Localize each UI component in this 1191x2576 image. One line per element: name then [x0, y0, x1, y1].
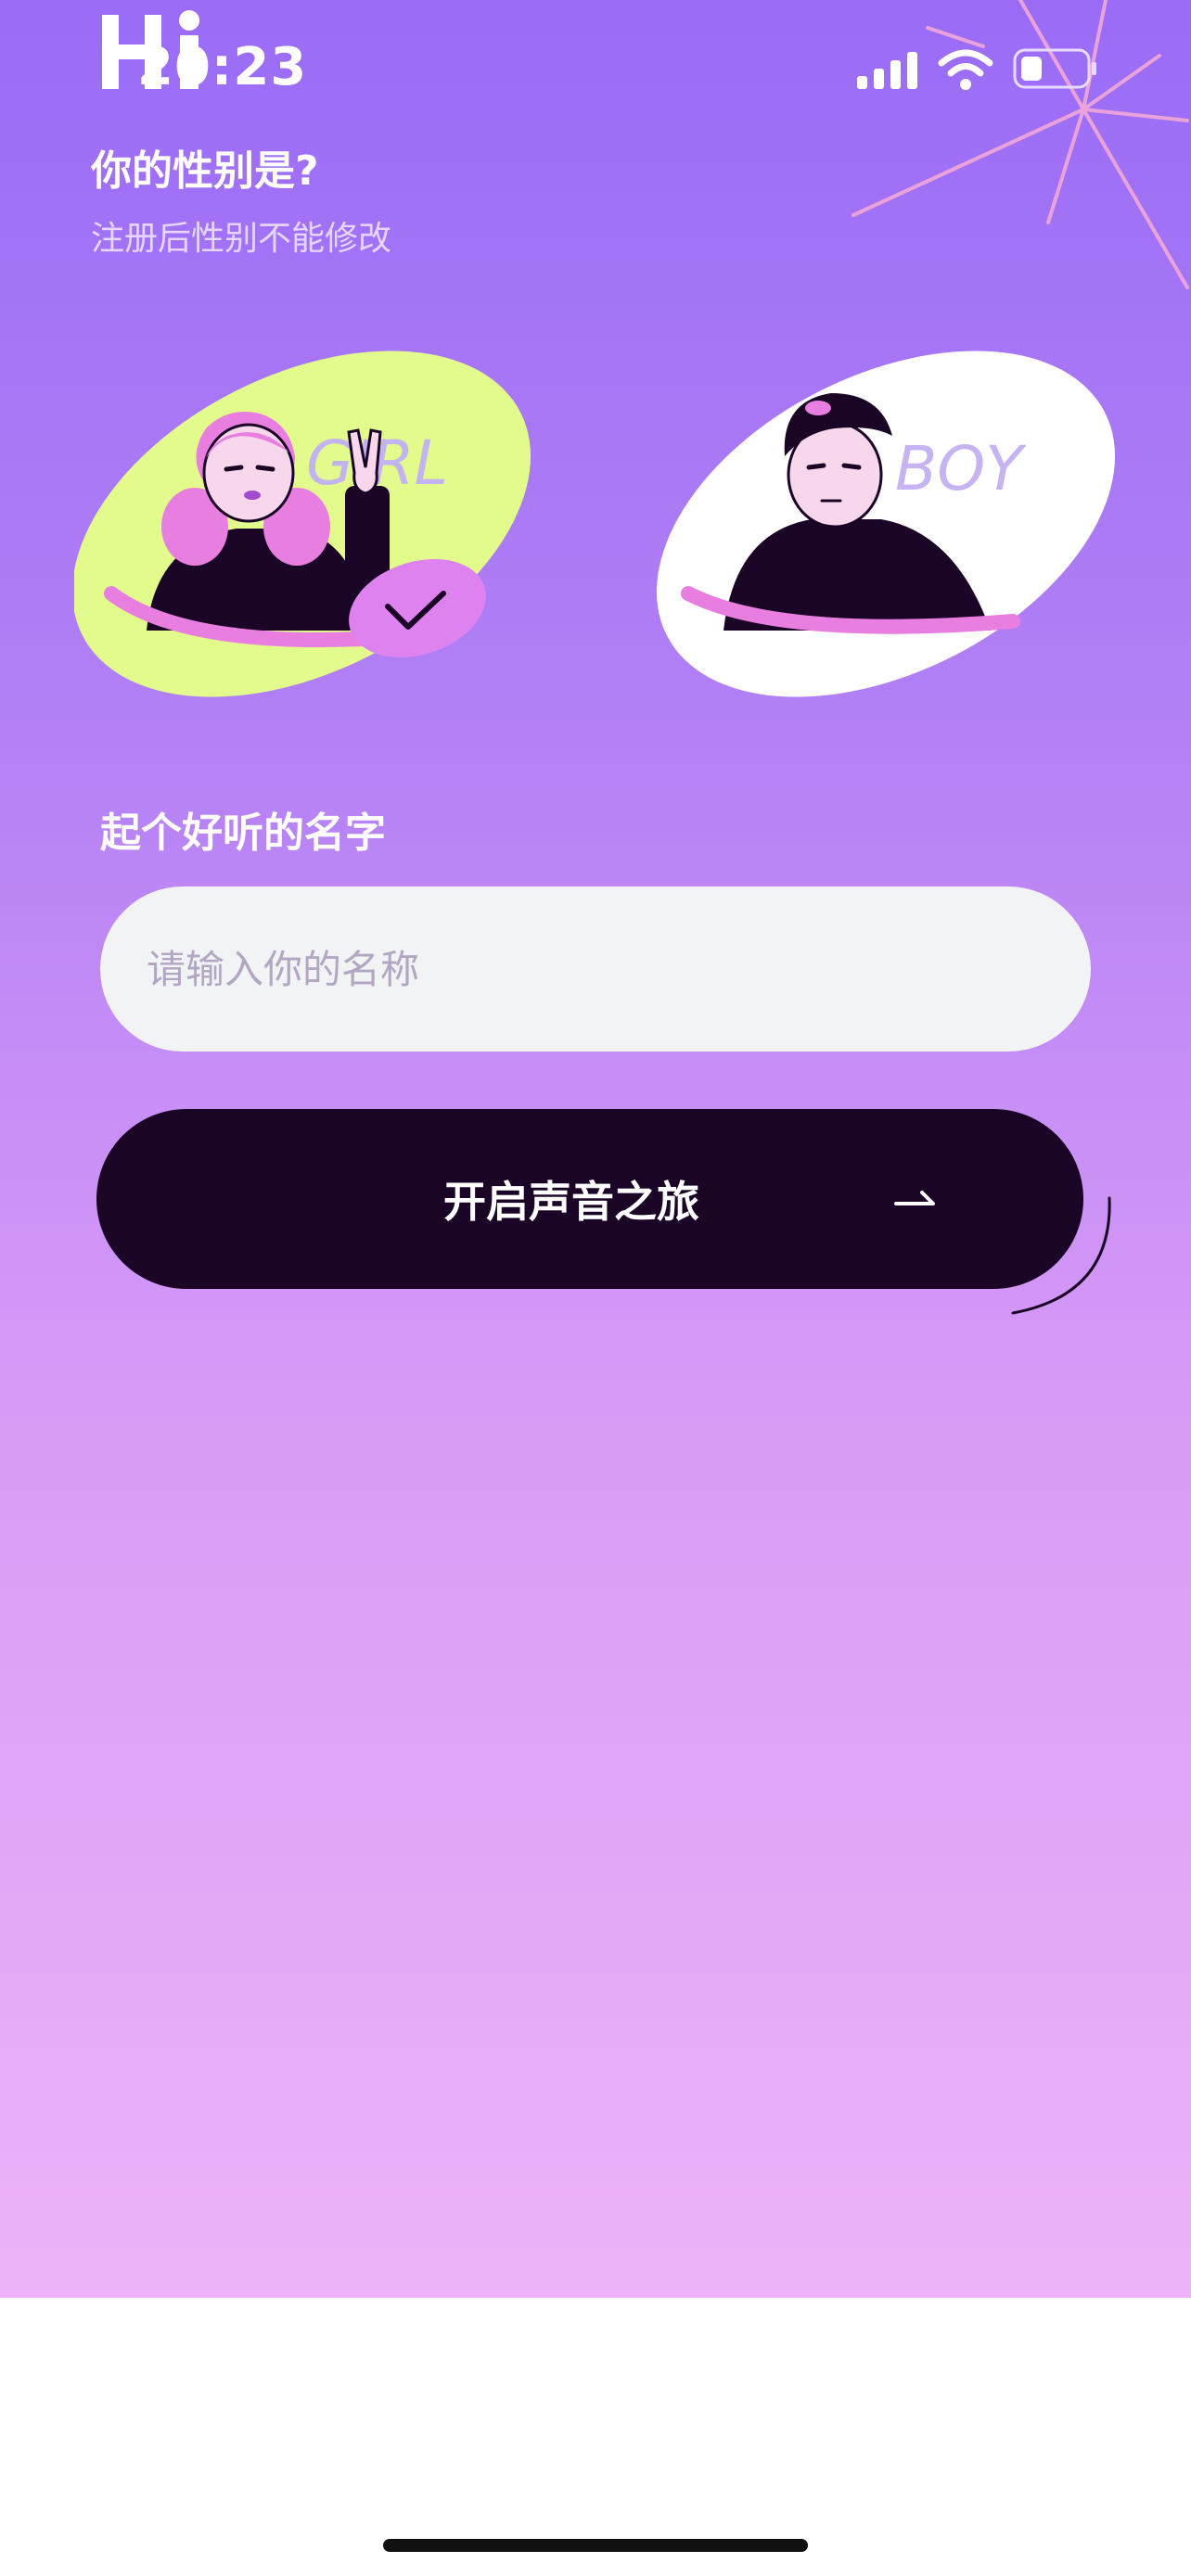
gender-option-girl[interactable]: GIRL — [71, 343, 547, 705]
wifi-icon — [938, 49, 993, 90]
sunburst-decoration — [852, 0, 1189, 289]
status-bar: 20:23 — [0, 0, 1191, 289]
gender-subtitle: 注册后性别不能修改 — [91, 220, 392, 258]
name-label: 起个好听的名字 — [100, 810, 386, 857]
start-journey-label: 开启声音之旅 — [443, 1177, 699, 1227]
name-input[interactable] — [100, 886, 1091, 1052]
home-indicator[interactable] — [383, 2539, 808, 2552]
start-journey-button[interactable]: 开启声音之旅 — [96, 1109, 1083, 1289]
gender-title: 你的性别是? — [91, 147, 319, 195]
selected-badge — [349, 558, 486, 658]
gender-label-boy: BOY — [895, 433, 1027, 504]
battery-icon — [1013, 48, 1096, 89]
button-arc-decoration — [1011, 1196, 1111, 1315]
boy-illustration: BOY — [656, 351, 1116, 697]
status-time: 20:23 — [137, 37, 308, 97]
gender-option-boy[interactable]: BOY — [649, 343, 1122, 705]
arrow-right-icon — [894, 1191, 935, 1205]
app-screen: 20:23 你的性别是? 注册后性别不能修改 G — [0, 0, 1191, 2298]
cellular-signal-icon — [857, 52, 917, 89]
